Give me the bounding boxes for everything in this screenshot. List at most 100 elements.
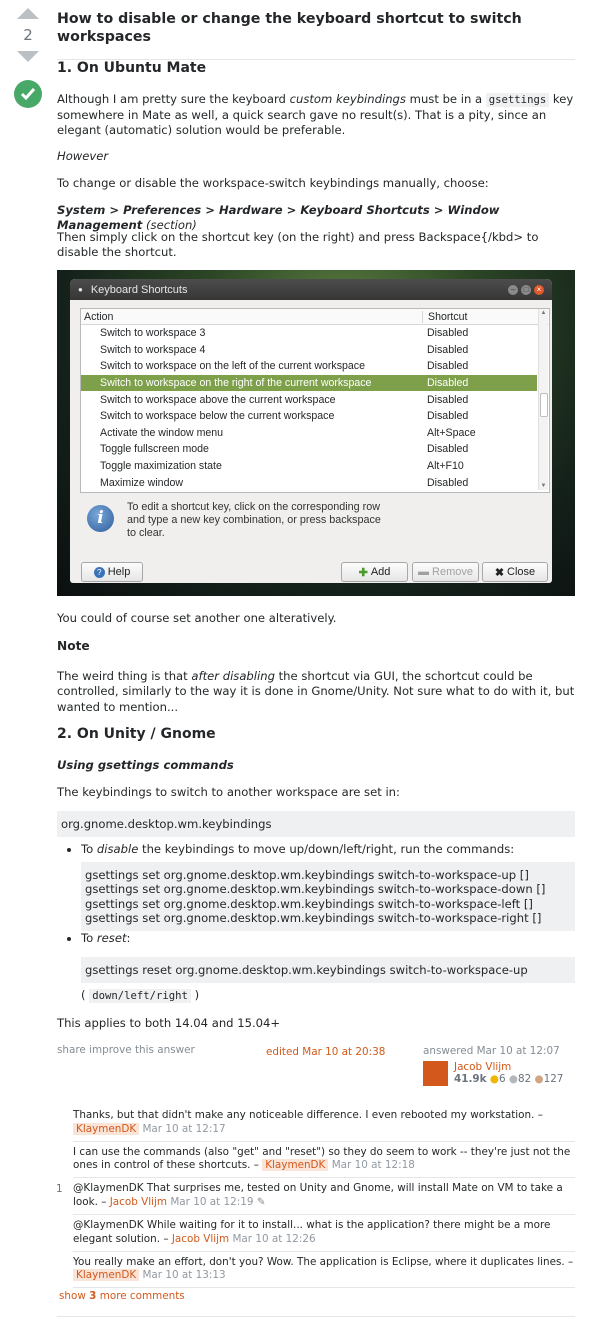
subheading-gsettings: Using gsettings commands — [57, 758, 234, 772]
answer-body: How to disable or change the keyboard sh… — [57, 0, 575, 1086]
list-item: To reset: — [81, 931, 575, 946]
list-item: To disable the keybindings to move up/do… — [81, 842, 575, 857]
dialog-app-icon: ● — [78, 285, 83, 294]
remove-button[interactable]: ▬ Remove — [412, 562, 479, 582]
user-reputation: 41.9k ●6 ●82 ●127 — [454, 1073, 564, 1086]
applies-text: This applies to both 14.04 and 15.04+ — [57, 1016, 281, 1030]
close-x-icon: ✖ — [494, 566, 505, 579]
however-text: However — [57, 149, 109, 163]
downvote-button[interactable] — [17, 51, 39, 62]
code-block-commands: gsettings set org.gnome.desktop.wm.keybi… — [81, 862, 575, 931]
note-heading: Note — [57, 639, 90, 653]
table-row[interactable]: Switch to workspace 3 Disabled — [81, 325, 537, 342]
bullet-list-reset: To reset: — [57, 931, 575, 946]
note-paragraph: The weird thing is that after disabling … — [57, 669, 575, 714]
comment: You really make an effort, don't you? Wo… — [73, 1250, 575, 1289]
add-button[interactable]: ✚ Add — [341, 562, 408, 582]
table-row[interactable]: Activate the window menu Alt+Space — [81, 425, 537, 442]
keyboard-shortcuts-dialog: ● Keyboard Shortcuts – □ × Action Shortc… — [70, 279, 552, 583]
edited-link[interactable]: edited Mar 10 at 20:38 — [266, 1046, 385, 1058]
comment-date[interactable]: Mar 10 at 12:19 — [170, 1196, 253, 1208]
share-link[interactable]: share — [57, 1044, 86, 1056]
comment: I can use the commands (also "get" and "… — [73, 1140, 575, 1178]
divider — [57, 1316, 575, 1317]
paragraph-keybindings: The keybindings to switch to another wor… — [57, 785, 400, 799]
column-header-shortcut[interactable]: Shortcut — [423, 311, 467, 323]
scroll-down-icon[interactable]: ▼ — [540, 483, 547, 489]
screenshot-image: ● Keyboard Shortcuts – □ × Action Shortc… — [57, 270, 575, 596]
comment-date[interactable]: Mar 10 at 12:18 — [332, 1159, 415, 1171]
improve-answer-link[interactable]: improve this answer — [89, 1044, 195, 1056]
info-box: i To edit a shortcut key, click on the c… — [82, 499, 382, 544]
info-text: To edit a shortcut key, click on the cor… — [127, 501, 381, 539]
maximize-icon[interactable]: □ — [521, 284, 531, 295]
user-name[interactable]: Jacob Vlijm — [454, 1061, 563, 1073]
table-row[interactable]: Maximize window Disabled — [81, 474, 537, 491]
table-row-selected[interactable]: Switch to workspace on the right of the … — [81, 374, 537, 392]
comment-user[interactable]: Jacob Vlijm — [172, 1233, 229, 1245]
bronze-badge-icon: ● — [534, 1073, 544, 1086]
dialog-titlebar: ● Keyboard Shortcuts – □ × — [70, 279, 552, 300]
answered-date: answered Mar 10 at 12:07 — [423, 1045, 560, 1057]
silver-badge-icon: ● — [508, 1073, 518, 1086]
paragraph-backspace: Then simply click on the shortcut key (o… — [57, 230, 539, 260]
plus-icon: ✚ — [358, 566, 368, 579]
section-heading-unity: 2. On Unity / Gnome — [57, 726, 216, 742]
comment-text: Thanks, but that didn't make any noticea… — [73, 1109, 543, 1121]
answer-signature: answered Mar 10 at 12:07 Jacob Vlijm 41.… — [423, 1045, 573, 1086]
table-row[interactable]: Toggle fullscreen mode Disabled — [81, 441, 537, 458]
comment-score: 1 — [56, 1183, 63, 1196]
show-more-comments-link[interactable]: show 3 more comments — [59, 1290, 185, 1302]
dialog-title: Keyboard Shortcuts — [90, 283, 188, 296]
question-title[interactable]: How to disable or change the keyboard sh… — [57, 10, 575, 60]
comment-user[interactable]: KlaymenDK — [73, 1122, 140, 1135]
edit-pencil-icon: ✎ — [256, 1196, 266, 1209]
scrollbar-thumb[interactable] — [540, 393, 548, 417]
gold-badge-icon: ● — [489, 1073, 499, 1086]
scroll-up-icon[interactable]: ▲ — [540, 310, 547, 316]
info-icon: i — [87, 505, 114, 532]
comment-user[interactable]: Jacob Vlijm — [110, 1196, 167, 1208]
code-block-schema: org.gnome.desktop.wm.keybindings — [57, 811, 575, 838]
minus-icon: ▬ — [418, 566, 430, 578]
accepted-check-icon — [14, 80, 42, 108]
column-header-action[interactable]: Action — [81, 310, 423, 323]
avatar[interactable] — [423, 1061, 448, 1086]
bullet-list-disable: To disable the keybindings to move up/do… — [57, 842, 575, 857]
table-row[interactable]: Switch to workspace 4 Disabled — [81, 342, 537, 359]
comment-date[interactable]: Mar 10 at 13:13 — [142, 1269, 225, 1281]
comment-user[interactable]: KlaymenDK — [262, 1159, 329, 1172]
paragraph-choose: To change or disable the workspace-switc… — [57, 176, 489, 190]
inline-code: gsettings — [485, 93, 550, 107]
minimize-icon[interactable]: – — [508, 284, 518, 295]
comment: 1 @KlaymenDK That surprises me, tested o… — [56, 1177, 575, 1214]
code-block-reset: gsettings reset org.gnome.desktop.wm.key… — [81, 957, 575, 984]
comment-text: You really make an effort, don't you? Wo… — [73, 1255, 574, 1268]
vote-count: 2 — [23, 26, 33, 44]
comments-list: Thanks, but that didn't make any noticea… — [56, 1105, 575, 1289]
comment: Thanks, but that didn't make any noticea… — [73, 1105, 575, 1141]
comment-date[interactable]: Mar 10 at 12:26 — [232, 1233, 315, 1245]
comment-date[interactable]: Mar 10 at 12:17 — [142, 1123, 225, 1135]
table-row[interactable]: Toggle maximization state Alt+F10 — [81, 458, 537, 475]
directions-text: ( down/left/right ) — [81, 988, 200, 1003]
paragraph-alternatively: You could of course set another one alte… — [57, 611, 337, 625]
help-button[interactable]: ? Help — [81, 562, 143, 582]
menu-path: System > Preferences > Hardware > Keyboa… — [57, 203, 500, 233]
shortcuts-table: Action Shortcut Switch to workspace 3 Dis… — [80, 308, 550, 493]
comment-user[interactable]: KlaymenDK — [73, 1269, 140, 1282]
upvote-button[interactable] — [17, 8, 39, 19]
table-row[interactable]: Switch to workspace below the current wo… — [81, 408, 537, 425]
paragraph-intro: Although I am pretty sure the keyboard c… — [57, 92, 574, 138]
vertical-scrollbar[interactable]: ▲ ▼ — [538, 309, 548, 490]
vote-cell: 2 — [14, 8, 42, 108]
table-row[interactable]: Switch to workspace on the left of the c… — [81, 358, 537, 375]
post-menu: share improve this answer — [57, 1044, 195, 1056]
close-button[interactable]: ✖ Close — [482, 562, 548, 582]
table-row[interactable]: Switch to workspace above the current wo… — [81, 391, 537, 408]
section-heading-mate: 1. On Ubuntu Mate — [57, 60, 207, 76]
comment: @KlaymenDK While waiting for it to insta… — [73, 1213, 575, 1251]
table-header: Action Shortcut — [81, 309, 549, 325]
close-icon[interactable]: × — [534, 284, 544, 295]
help-icon: ? — [93, 566, 105, 578]
